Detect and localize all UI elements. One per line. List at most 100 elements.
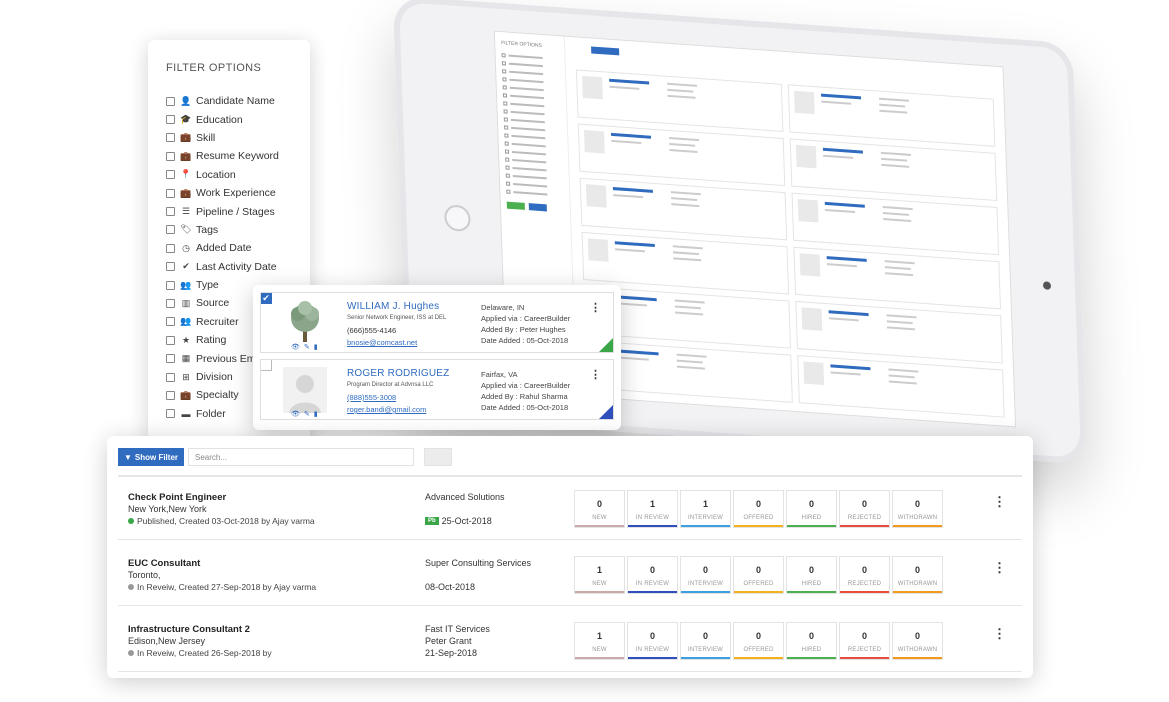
filter-option-6[interactable]: ☰ Pipeline / Stages [166,202,310,220]
filter-option-2[interactable]: 💼 Skill [166,129,310,147]
more-options-icon[interactable]: ⋮ [993,494,1006,510]
candidate-added-by: Added By : Peter Hughes [481,325,566,334]
eye-icon[interactable]: 👁 [291,410,300,418]
edit-icon[interactable]: ✎ [304,343,310,351]
stage-rejected[interactable]: 0 REJECTED [839,556,890,594]
filter-checkbox[interactable] [166,207,175,217]
candidate-email-link[interactable]: roger.bandi@gmail.com [347,405,426,414]
job-row[interactable]: Check Point Engineer New York,New York Pub… [118,484,1022,540]
stage-offered[interactable]: 0 OFFERED [733,490,784,528]
filter-checkbox[interactable] [166,188,175,198]
search-input[interactable] [188,448,414,466]
stage-label: IN REVIEW [635,515,670,521]
edit-icon[interactable]: ✎ [304,410,310,418]
tablet-home-button [444,204,471,233]
stage-count: 0 [861,499,867,509]
stage-rejected[interactable]: 0 REJECTED [839,490,890,528]
candidate-select-checkbox[interactable] [261,360,272,371]
job-title[interactable]: Infrastructure Consultant 2 [128,624,250,635]
stage-offered[interactable]: 0 OFFERED [733,556,784,594]
filter-option-5[interactable]: 💼 Work Experience [166,184,310,202]
stage-hired[interactable]: 0 HIRED [786,556,837,594]
candidate-applied-via: Applied via : CareerBuilder [481,381,571,390]
job-title[interactable]: Check Point Engineer [128,492,226,503]
stage-count: 0 [755,565,761,575]
filter-option-1[interactable]: 🎓 Education [166,110,310,128]
briefcase-icon: 💼 [180,389,192,400]
more-options-icon[interactable]: ⋮ [590,301,601,314]
candidate-phone[interactable]: (888)555-3008 [347,393,396,402]
candidate-phone[interactable]: (666)555-4146 [347,326,396,335]
filter-option-9[interactable]: ✔ Last Activity Date [166,258,310,276]
job-title[interactable]: EUC Consultant [128,558,200,569]
filter-checkbox[interactable] [166,151,175,161]
stage-interview[interactable]: 1 INTERVIEW [680,490,731,528]
stage-in-review[interactable]: 0 IN REVIEW [627,556,678,594]
stage-in-review[interactable]: 0 IN REVIEW [627,622,678,660]
eye-icon[interactable]: 👁 [291,343,300,351]
more-options-icon[interactable]: ⋮ [590,368,601,381]
stage-hired[interactable]: 0 HIRED [786,490,837,528]
job-row[interactable]: EUC Consultant Toronto, In Reveiw, Created… [118,550,1022,606]
filter-option-0[interactable]: 👤 Candidate Name [166,92,310,110]
stage-color-bar [734,525,783,527]
filter-checkbox[interactable] [166,317,175,327]
filter-checkbox[interactable] [166,390,175,400]
candidate-select-checkbox[interactable]: ✔ [261,293,272,304]
tags-icon: 🏷 [180,224,192,235]
stage-label: REJECTED [847,515,882,521]
filter-option-3[interactable]: 💼 Resume Keyword [166,147,310,165]
search-button[interactable] [424,448,452,466]
stage-interview[interactable]: 0 INTERVIEW [680,556,731,594]
stage-new[interactable]: 0 NEW [574,490,625,528]
filter-option-7[interactable]: 🏷 Tags [166,221,310,239]
filter-checkbox[interactable] [166,133,175,143]
stage-in-review[interactable]: 1 IN REVIEW [627,490,678,528]
filter-checkbox[interactable] [166,170,175,180]
filter-option-8[interactable]: ◷ Added Date [166,239,310,257]
show-filter-button[interactable]: ▼ Show Filter [118,448,184,466]
candidate-card[interactable]: ✔ 👁 ✎ ▮ WILLIAM J. Hughes Senior Network Engi… [260,292,614,353]
more-options-icon[interactable]: ⋮ [993,626,1006,642]
stage-new[interactable]: 1 NEW [574,556,625,594]
graduation-cap-icon: 🎓 [180,114,192,125]
bookmark-icon[interactable]: ▮ [314,343,318,351]
pipeline-stages: 1 NEW 0 IN REVIEW 0 INTERVIEW 0 OFFERED 0 HIRED 0 R… [574,556,943,594]
more-options-icon[interactable]: ⋮ [993,560,1006,576]
stage-count: 0 [914,631,920,641]
filter-checkbox[interactable] [166,243,175,253]
stage-count: 0 [861,565,867,575]
stage-withdrawn[interactable]: 0 WITHDRAWN [892,556,943,594]
briefcase-icon: 💼 [180,150,192,161]
filter-checkbox[interactable] [166,280,175,290]
job-status: Published, Created 03-Oct-2018 by Ajay v… [128,516,315,526]
candidate-name[interactable]: WILLIAM J. Hughes [347,301,439,312]
candidate-email-link[interactable]: bnosie@comcast.net [347,338,417,347]
bookmark-icon[interactable]: ▮ [314,410,318,418]
candidate-name[interactable]: ROGER RODRIGUEZ [347,368,449,379]
stage-offered[interactable]: 0 OFFERED [733,622,784,660]
filter-checkbox[interactable] [166,115,175,125]
job-row[interactable]: Infrastructure Consultant 2 Edison,New Je… [118,616,1022,672]
filter-option-4[interactable]: 📍 Location [166,166,310,184]
tablet-candidate-card [789,138,998,202]
stage-rejected[interactable]: 0 REJECTED [839,622,890,660]
filter-checkbox[interactable] [166,354,175,364]
tablet-camera [1042,281,1052,290]
filter-checkbox[interactable] [166,409,175,419]
stage-hired[interactable]: 0 HIRED [786,622,837,660]
stage-color-bar [628,591,677,593]
candidate-card[interactable]: 👁 ✎ ▮ ROGER RODRIGUEZ Program Director at Ad… [260,359,614,420]
stage-interview[interactable]: 0 INTERVIEW [680,622,731,660]
filter-checkbox[interactable] [166,335,175,345]
filter-checkbox[interactable] [166,298,175,308]
filter-checkbox[interactable] [166,96,175,106]
filter-checkbox[interactable] [166,225,175,235]
stage-label: HIRED [801,515,822,521]
stage-color-bar [575,657,624,659]
stage-withdrawn[interactable]: 0 WITHDRAWN [892,490,943,528]
stage-withdrawn[interactable]: 0 WITHDRAWN [892,622,943,660]
filter-checkbox[interactable] [166,262,175,272]
filter-checkbox[interactable] [166,372,175,382]
stage-new[interactable]: 1 NEW [574,622,625,660]
